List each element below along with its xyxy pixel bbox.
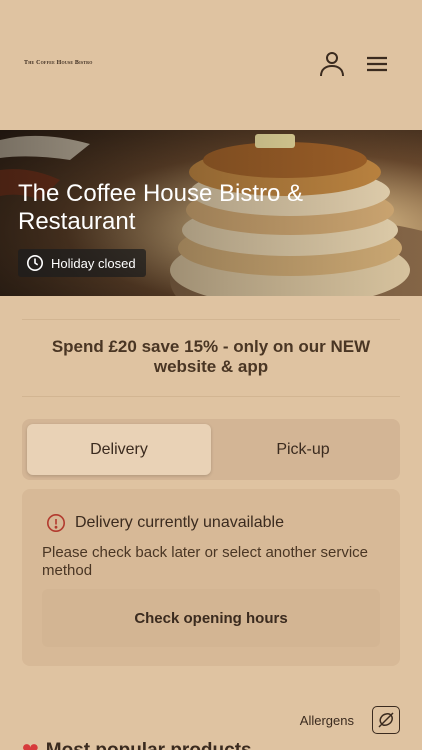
menu-button[interactable] <box>363 50 391 78</box>
allergens-button[interactable] <box>372 706 400 734</box>
account-button[interactable] <box>318 50 346 78</box>
heart-icon: ❤ <box>22 741 39 750</box>
allergens-label: Allergens <box>299 713 354 728</box>
delivery-option[interactable]: Delivery <box>27 424 211 475</box>
status-badge: Holiday closed <box>18 249 146 277</box>
app-header: The Coffee House Bistro <box>0 0 422 130</box>
allergen-icon <box>378 712 394 728</box>
section-title: Most popular products <box>46 740 252 750</box>
hamburger-menu-icon <box>367 56 387 72</box>
allergens-row: Allergens <box>0 706 422 736</box>
info-circle-icon <box>47 514 65 532</box>
divider <box>22 319 400 320</box>
delivery-notice: Delivery currently unavailable Please ch… <box>22 489 400 666</box>
pickup-option[interactable]: Pick-up <box>211 424 395 475</box>
restaurant-name: The Coffee House Bistro & Restaurant <box>18 180 304 235</box>
hero-banner: The Coffee House Bistro & Restaurant Hol… <box>0 130 422 296</box>
status-text: Holiday closed <box>51 255 136 271</box>
promo-banner: Spend £20 save 15% - only on our NEW web… <box>51 337 371 376</box>
check-opening-hours-button[interactable]: Check opening hours <box>42 589 380 647</box>
notice-title: Delivery currently unavailable <box>75 514 284 531</box>
notice-body: Please check back later or select anothe… <box>42 544 368 579</box>
service-toggle: Delivery Pick-up <box>22 419 400 480</box>
notice-header: Delivery currently unavailable <box>46 513 284 533</box>
clock-icon <box>26 254 44 272</box>
popular-products-heading: ❤ Most popular products <box>22 740 252 750</box>
person-icon <box>320 52 344 77</box>
brand-logo[interactable]: The Coffee House Bistro <box>24 60 93 66</box>
divider <box>22 396 400 397</box>
